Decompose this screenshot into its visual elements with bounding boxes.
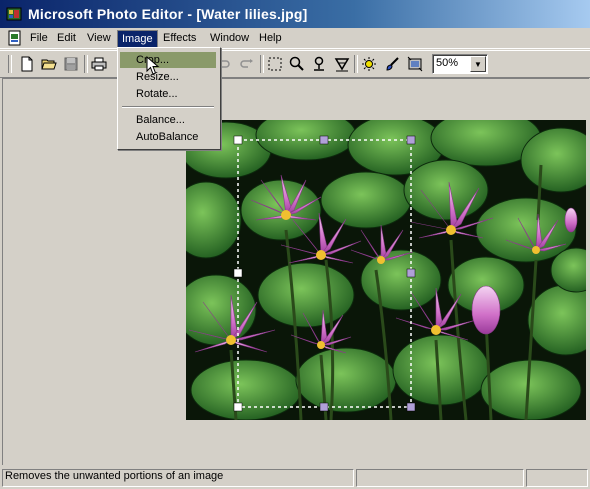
select-icon[interactable] [266, 55, 284, 73]
menu-item-balance[interactable]: Balance... [120, 112, 216, 128]
selection-handle [406, 402, 416, 412]
selection-handle [406, 268, 416, 278]
status-text: Removes the unwanted portions of an imag… [5, 470, 224, 482]
zoom-select[interactable]: 50% ▼ [432, 54, 488, 74]
water-lilies-image[interactable] [186, 120, 586, 420]
menu-image[interactable]: Image [117, 30, 158, 48]
sun-icon[interactable] [360, 55, 378, 73]
menu-help[interactable]: Help [255, 30, 286, 46]
open-icon[interactable] [40, 55, 58, 73]
menu-window[interactable]: Window [206, 30, 253, 46]
selection-handle [233, 402, 243, 412]
toolbar-separator [354, 55, 358, 73]
redo-icon[interactable] [238, 55, 256, 73]
crop-icon[interactable] [406, 55, 424, 73]
mouse-cursor-icon [146, 56, 160, 75]
crop-selection[interactable] [186, 120, 586, 420]
chevron-down-icon[interactable]: ▼ [470, 56, 486, 72]
menu-separator [122, 106, 214, 108]
menu-item-rotate[interactable]: Rotate... [120, 86, 216, 102]
selection-handle [319, 135, 329, 145]
menu-edit[interactable]: Edit [53, 30, 80, 46]
save-icon[interactable] [62, 55, 80, 73]
menu-item-resize[interactable]: Resize... [120, 69, 216, 85]
menu-item-autobalance[interactable]: AutoBalance [120, 129, 216, 145]
toolbar-grip [8, 55, 12, 73]
menu-effects[interactable]: Effects [159, 30, 200, 46]
status-panel-2 [356, 469, 524, 487]
title-bar[interactable]: Microsoft Photo Editor - [Water lilies.j… [0, 0, 590, 30]
zoom-icon[interactable] [288, 55, 306, 73]
menu-bar: File Edit View Image Effects Window Help [0, 28, 590, 49]
toolbar-separator [260, 55, 264, 73]
document-icon[interactable] [7, 30, 23, 46]
menu-file[interactable]: File [26, 30, 52, 46]
brush-icon[interactable] [383, 55, 401, 73]
selection-handle [233, 268, 243, 278]
image-menu-dropdown: Crop... Resize... Rotate... Balance... A… [117, 47, 221, 150]
photo-editor-app-icon[interactable] [6, 6, 22, 22]
selection-handle [233, 135, 243, 145]
selection-handle [319, 402, 329, 412]
menu-item-crop[interactable]: Crop... [120, 52, 216, 68]
selection-handle [406, 135, 416, 145]
zoom-value: 50% [436, 57, 459, 69]
status-bar: Removes the unwanted portions of an imag… [0, 466, 590, 489]
window-title: Microsoft Photo Editor - [Water lilies.j… [28, 6, 308, 22]
toolbar: 50% ▼ [0, 50, 590, 78]
new-icon[interactable] [18, 55, 36, 73]
cone-icon[interactable] [333, 55, 351, 73]
menu-view[interactable]: View [83, 30, 115, 46]
print-icon[interactable] [90, 55, 108, 73]
status-panel-3 [526, 469, 588, 487]
pin-icon[interactable] [310, 55, 328, 73]
toolbar-separator [84, 55, 88, 73]
